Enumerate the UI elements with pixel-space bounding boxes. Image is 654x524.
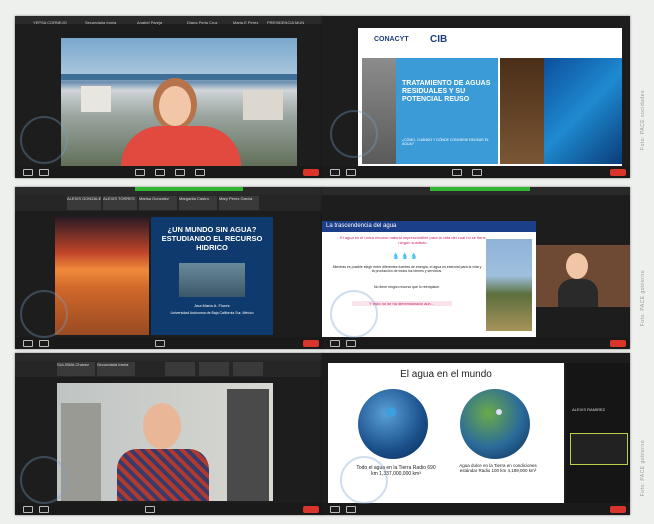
camera-icon[interactable] [346, 506, 356, 513]
mic-icon[interactable] [330, 506, 340, 513]
chat-icon[interactable] [155, 169, 165, 176]
participant-name: Diana Perla Cruz [187, 20, 218, 25]
watermark-logo [20, 290, 68, 338]
water-sphere [386, 407, 396, 417]
meeting-toolbar [15, 166, 323, 178]
slide-subtitle: ¿CÓMO, CUÁNDO Y DÓNDE CONVIENE REUSAR EL… [402, 138, 489, 146]
participant-thumb [199, 362, 229, 376]
desert-image [55, 217, 149, 335]
end-button[interactable] [610, 169, 626, 176]
screen-share-indicator [135, 187, 243, 191]
record-icon[interactable] [195, 169, 205, 176]
photo-credit: Foto: PACE gobierno [640, 440, 646, 497]
water-photo [179, 263, 245, 297]
video-panel-2: CONACYT CIB TRATAMIENTO DE AGUAS RESIDUA… [322, 16, 630, 178]
mic-icon[interactable] [23, 506, 33, 513]
participant-thumb: Secundaria Ironia [97, 362, 135, 376]
camera-icon[interactable] [39, 169, 49, 176]
meeting-toolbar [322, 503, 630, 515]
cib-logo: CIB [430, 34, 448, 45]
mic-icon[interactable] [23, 169, 33, 176]
participant-name: PRESIDENCIA MUN [267, 20, 305, 25]
share-screen-icon[interactable] [175, 169, 185, 176]
camera-icon[interactable] [39, 506, 49, 513]
participant-thumb: Marisa Gonzalez [139, 196, 177, 210]
participant-name: Maria E Perez [233, 20, 259, 25]
title-box: TRATAMIENTO DE AGUAS RESIDUALES Y SU POT… [396, 58, 498, 164]
participant-sidebar: ALEXIS RAMIREZ [566, 363, 630, 503]
mic-icon[interactable] [330, 340, 340, 347]
active-speaker-tile [570, 433, 628, 465]
end-button[interactable] [303, 169, 319, 176]
watermark-logo [20, 456, 68, 504]
watermark-logo [330, 290, 378, 338]
participants-icon[interactable] [145, 506, 155, 513]
caption-right: Agua dulce en la Tierra en condiciones e… [459, 463, 537, 473]
slide-title: ¿UN MUNDO SIN AGUA? ESTUDIANDO EL RECURS… [161, 225, 263, 252]
conacyt-logo: CONACYT [374, 36, 409, 43]
participants-icon[interactable] [452, 169, 462, 176]
water-sphere [496, 409, 502, 415]
water-photo [544, 58, 622, 164]
participant-thumb: SULISMA Chavez [57, 362, 95, 376]
plant-photo [500, 58, 544, 164]
window-bar [15, 353, 323, 361]
end-button[interactable] [303, 340, 319, 347]
meeting-toolbar [322, 337, 630, 349]
tree-photo [486, 239, 532, 331]
watermark-logo [330, 110, 378, 158]
participant-thumb: ALEXIS GONZALEZ [67, 196, 101, 210]
participants-icon[interactable] [135, 169, 145, 176]
slide-paragraph-3: No tiene ningún recurso que lo reemplace… [374, 285, 440, 289]
end-button[interactable] [303, 506, 319, 513]
camera-icon[interactable] [346, 340, 356, 347]
speaker-video [57, 383, 273, 501]
speaker [121, 78, 241, 168]
photo-credit: Foto: PACE gobierno [640, 270, 646, 327]
participant-thumb: Mary Perez Garcia [219, 196, 259, 210]
watermark-logo [340, 456, 388, 504]
meeting-toolbar [15, 337, 323, 349]
participants-icon[interactable] [155, 340, 165, 347]
earth-globe [358, 389, 428, 459]
slide-paragraph-1: El agua es el único recurso natural impr… [340, 235, 486, 245]
mic-icon[interactable] [330, 169, 340, 176]
chat-icon[interactable] [472, 169, 482, 176]
participant-thumb [233, 362, 263, 376]
institution: Universidad Autónoma de Baja California … [170, 311, 254, 315]
end-button[interactable] [610, 340, 626, 347]
participant-name: ALEXIS RAMIREZ [572, 407, 606, 412]
photo-credit: Foto: PACE socidades [640, 90, 646, 150]
watermark-logo [20, 116, 68, 164]
speaker-video [536, 245, 630, 307]
meeting-toolbar [322, 166, 630, 178]
camera-icon[interactable] [39, 340, 49, 347]
participant-name: Anabel Pareja [137, 20, 163, 25]
participant-name: YEPSA CORNEJO [33, 20, 67, 25]
water-drop-icons: 💧 💧 💧 [392, 254, 418, 260]
participant-thumb: ALEXIS TORRES [103, 196, 137, 210]
slide-paragraph-2: Mientras es posible elegir entre diferen… [332, 265, 482, 273]
mic-icon[interactable] [23, 340, 33, 347]
earth-globe [460, 389, 530, 459]
video-feed [61, 38, 297, 168]
slide: ¿UN MUNDO SIN AGUA? ESTUDIANDO EL RECURS… [151, 217, 273, 335]
slide-header: La trascendencia del agua [322, 221, 536, 232]
end-button[interactable] [610, 506, 626, 513]
participant-name: Secundaria Ironia [85, 20, 117, 25]
slide-title: TRATAMIENTO DE AGUAS RESIDUALES Y SU POT… [402, 80, 491, 103]
camera-icon[interactable] [346, 169, 356, 176]
meeting-toolbar [15, 503, 323, 515]
slide-title: El agua en el mundo [400, 369, 492, 380]
screen-share-indicator [430, 187, 530, 191]
author: Ana María A. Flores [194, 303, 230, 308]
slide: CONACYT CIB TRATAMIENTO DE AGUAS RESIDUA… [358, 28, 622, 166]
participant-thumb: Margarita Castro [179, 196, 217, 210]
participant-thumb [165, 362, 195, 376]
